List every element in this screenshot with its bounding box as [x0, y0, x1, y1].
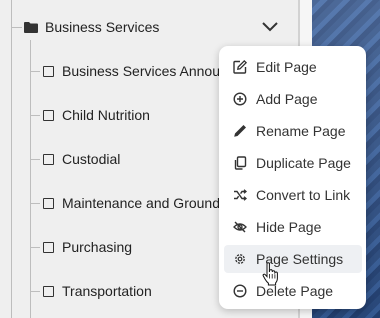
menu-item-page-settings[interactable]: Page Settings [224, 245, 362, 273]
add-circle-icon [233, 92, 247, 106]
menu-item-hide-page[interactable]: Hide Page [224, 213, 362, 241]
tree-connector [11, 0, 12, 318]
tree-page-label: Transportation [62, 283, 152, 299]
page-icon [43, 241, 54, 253]
menu-item-delete-page[interactable]: Delete Page [224, 277, 362, 305]
eye-off-icon [233, 221, 247, 233]
tree-connector [30, 71, 40, 72]
tree-connector [30, 115, 40, 116]
menu-item-label: Rename Page [256, 123, 346, 139]
tree-page-label: Child Nutrition [62, 107, 150, 123]
tree-page-item[interactable]: Maintenance and Ground [43, 191, 220, 215]
page-icon [43, 285, 54, 297]
menu-item-label: Convert to Link [256, 187, 351, 203]
tree-connector [30, 159, 40, 160]
menu-item-convert-to-link[interactable]: Convert to Link [224, 181, 362, 209]
page-icon [43, 109, 54, 121]
tree-page-item[interactable]: Business Services Announ [43, 59, 228, 83]
tree-page-label: Maintenance and Ground [62, 195, 220, 211]
menu-item-duplicate-page[interactable]: Duplicate Page [224, 149, 362, 177]
tree-page-item[interactable]: Custodial [43, 147, 120, 171]
hand-cursor-icon [262, 262, 278, 286]
folder-icon [24, 21, 38, 33]
tree-page-label: Purchasing [62, 239, 133, 255]
menu-item-label: Edit Page [256, 59, 317, 75]
gear-icon [235, 254, 245, 264]
tree-folder-label: Business Services [45, 19, 160, 35]
tree-page-item[interactable]: Purchasing [43, 235, 132, 259]
chevron-down-icon[interactable] [260, 20, 280, 34]
tree-page-item[interactable]: Child Nutrition [43, 103, 150, 127]
tree-page-label: Custodial [62, 151, 121, 167]
page-icon [43, 153, 54, 165]
menu-item-add-page[interactable]: Add Page [224, 85, 362, 113]
tree-connector [30, 291, 40, 292]
tree-page-label: Business Services Announ [62, 63, 228, 79]
shuffle-icon [234, 189, 247, 201]
pencil-icon [234, 125, 246, 137]
page-icon [43, 197, 54, 209]
edit-icon [233, 60, 247, 74]
minus-circle-icon [233, 284, 247, 298]
tree-page-item[interactable]: Transportation [43, 279, 152, 303]
page-context-menu: Edit Page Add Page Rename Page Duplicate… [219, 46, 366, 309]
menu-item-label: Add Page [256, 91, 318, 107]
tree-connector [30, 40, 31, 318]
tree-connector [30, 247, 40, 248]
menu-item-edit-page[interactable]: Edit Page [224, 53, 362, 81]
tree-connector [11, 27, 22, 28]
tree-connector [30, 203, 40, 204]
tree-folder-business-services[interactable]: Business Services [24, 14, 159, 40]
menu-item-label: Duplicate Page [256, 155, 351, 171]
page-icon [43, 65, 54, 77]
menu-item-label: Hide Page [256, 219, 322, 235]
menu-item-rename-page[interactable]: Rename Page [224, 117, 362, 145]
duplicate-icon [234, 156, 247, 170]
